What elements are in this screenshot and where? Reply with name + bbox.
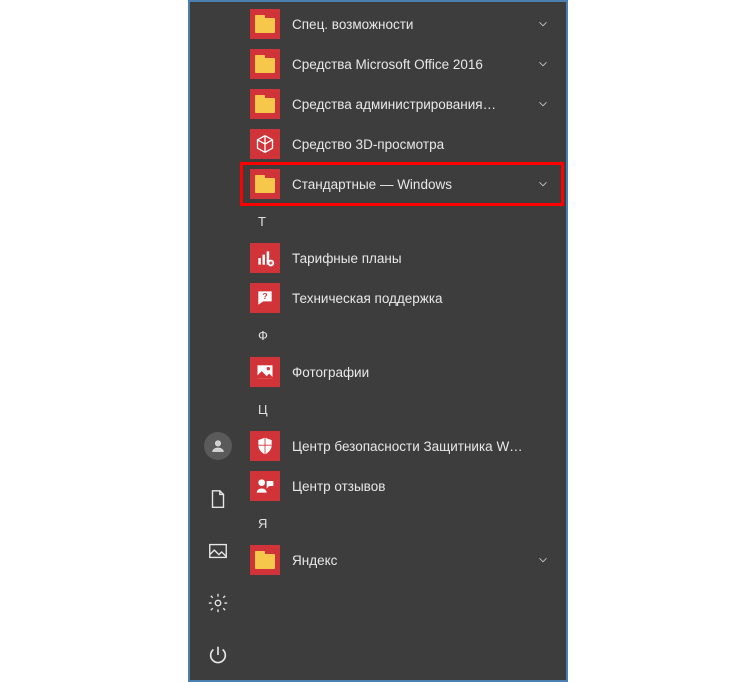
app-folder-item[interactable]: Средства Microsoft Office 2016 <box>246 44 566 84</box>
letter-header[interactable]: Ц <box>246 392 566 426</box>
app-item[interactable]: Средство 3D-просмотра <box>246 124 566 164</box>
app-item-label: Фотографии <box>292 365 550 380</box>
bars-plus-icon <box>250 243 280 273</box>
chevron-down-icon <box>536 97 550 111</box>
letter-header-label: Я <box>258 516 267 531</box>
feedback-icon <box>250 471 280 501</box>
app-item[interactable]: Центр безопасности Защитника W… <box>246 426 566 466</box>
settings-icon[interactable] <box>205 590 231 616</box>
letter-header[interactable]: Т <box>246 204 566 238</box>
chevron-down-icon <box>536 57 550 71</box>
pictures-icon[interactable] <box>205 538 231 564</box>
power-icon[interactable] <box>205 642 231 668</box>
chat-question-icon: ? <box>250 283 280 313</box>
letter-header[interactable]: Я <box>246 506 566 540</box>
app-list: Спец. возможности Средства Microsoft Offi… <box>246 2 566 580</box>
chevron-down-icon <box>536 17 550 31</box>
folder-icon <box>250 49 280 79</box>
app-item[interactable]: ? Техническая поддержка <box>246 278 566 318</box>
cube-icon <box>250 129 280 159</box>
app-folder-item[interactable]: Стандартные — Windows <box>246 164 566 204</box>
folder-icon <box>250 545 280 575</box>
app-item-label: Техническая поддержка <box>292 291 550 306</box>
folder-icon <box>250 9 280 39</box>
folder-icon <box>250 89 280 119</box>
start-menu-panel: Спец. возможности Средства Microsoft Offi… <box>188 0 568 682</box>
app-item[interactable]: Фотографии <box>246 352 566 392</box>
app-folder-item[interactable]: Яндекс <box>246 540 566 580</box>
chevron-down-icon <box>536 177 550 191</box>
app-item-label: Яндекс <box>292 553 530 568</box>
shield-icon <box>250 431 280 461</box>
letter-header-label: Ц <box>258 402 268 417</box>
app-item-label: Средство 3D-просмотра <box>292 137 550 152</box>
folder-icon <box>250 169 280 199</box>
app-item-label: Средства Microsoft Office 2016 <box>292 57 530 72</box>
app-item-label: Спец. возможности <box>292 17 530 32</box>
app-folder-item[interactable]: Средства администрирования… <box>246 84 566 124</box>
user-icon[interactable] <box>204 432 232 460</box>
photo-icon <box>250 357 280 387</box>
app-folder-item[interactable]: Спец. возможности <box>246 4 566 44</box>
letter-header-label: Ф <box>258 328 268 343</box>
app-item-label: Центр отзывов <box>292 479 550 494</box>
app-item-label: Центр безопасности Защитника W… <box>292 439 550 454</box>
app-item[interactable]: Тарифные планы <box>246 238 566 278</box>
app-item-label: Стандартные — Windows <box>292 177 530 192</box>
chevron-down-icon <box>536 553 550 567</box>
app-item-label: Средства администрирования… <box>292 97 530 112</box>
svg-text:?: ? <box>262 291 267 301</box>
left-rail <box>190 432 246 672</box>
documents-icon[interactable] <box>205 486 231 512</box>
app-item-label: Тарифные планы <box>292 251 550 266</box>
letter-header-label: Т <box>258 214 266 229</box>
letter-header[interactable]: Ф <box>246 318 566 352</box>
app-item[interactable]: Центр отзывов <box>246 466 566 506</box>
